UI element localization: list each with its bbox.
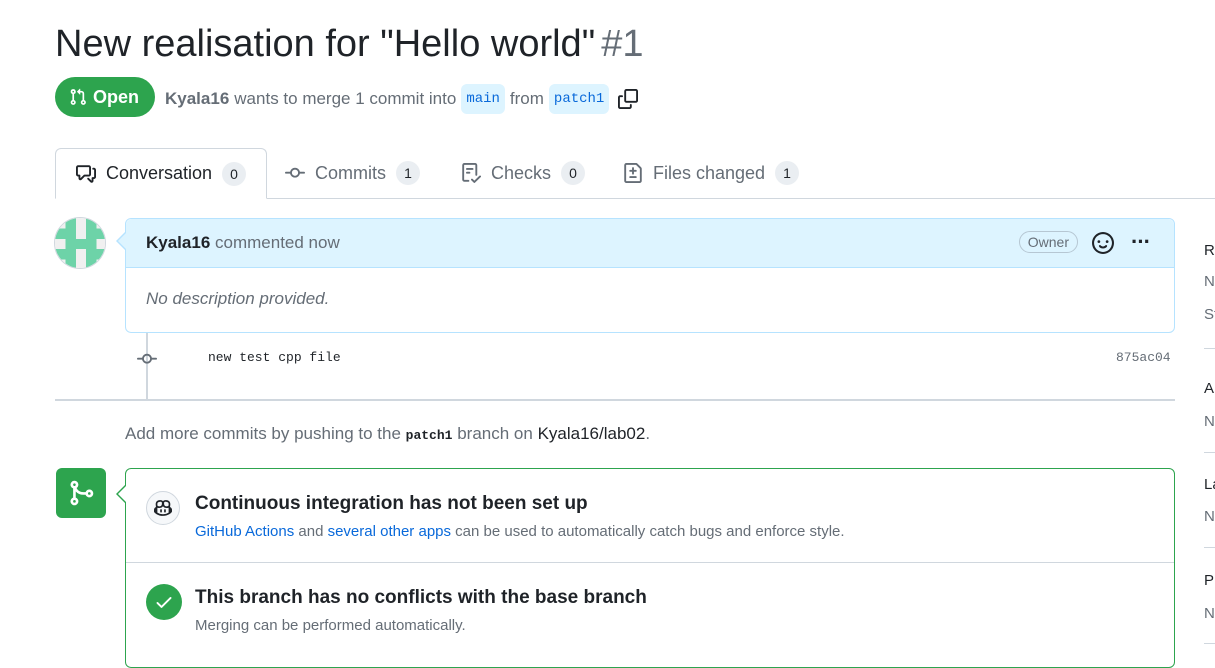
add-reaction-button[interactable] bbox=[1092, 232, 1114, 259]
git-commit-icon bbox=[285, 167, 305, 178]
ci-title: Continuous integration has not been set … bbox=[195, 493, 588, 514]
state-badge: Open bbox=[55, 77, 156, 117]
file-diff-icon bbox=[624, 163, 642, 183]
commit-message-link[interactable]: new test cpp file bbox=[208, 350, 341, 365]
git-pull-request-icon bbox=[70, 88, 86, 105]
from-text: from bbox=[509, 89, 544, 108]
head-branch-ref[interactable]: patch1 bbox=[548, 84, 610, 114]
check-icon bbox=[146, 584, 182, 620]
tab-label: Files changed bbox=[653, 162, 766, 183]
copy-icon bbox=[618, 89, 639, 109]
comment-discussion-icon bbox=[76, 164, 96, 183]
other-apps-link[interactable]: several other apps bbox=[328, 523, 451, 540]
state-label: Open bbox=[93, 86, 140, 107]
comment-action[interactable]: commented now bbox=[215, 233, 340, 252]
push-hint-middle: branch on bbox=[457, 424, 533, 443]
merge-text: wants to merge 1 commit into bbox=[234, 89, 457, 108]
ci-and: and bbox=[298, 523, 324, 540]
ci-section: Continuous integration has not been set … bbox=[126, 469, 1174, 563]
git-commit-icon bbox=[137, 349, 157, 374]
copilot-icon bbox=[146, 491, 180, 525]
merge-box-caret-inner bbox=[118, 486, 126, 502]
comment-author[interactable]: Kyala16 bbox=[146, 233, 210, 252]
tab-checks[interactable]: Checks 0 bbox=[461, 148, 586, 198]
base-branch-ref[interactable]: main bbox=[461, 84, 505, 114]
github-actions-link[interactable]: GitHub Actions bbox=[195, 523, 294, 540]
sidebar-reviewers-extra: St bbox=[1204, 306, 1215, 323]
sidebar-projects-heading[interactable]: Pr bbox=[1204, 572, 1215, 589]
more-actions-button[interactable]: ··· bbox=[1131, 229, 1151, 255]
sidebar-assignees-heading[interactable]: A bbox=[1204, 380, 1214, 397]
pr-number: #1 bbox=[601, 23, 644, 65]
push-hint-branch: patch1 bbox=[405, 428, 453, 443]
sidebar-projects-value: N bbox=[1204, 605, 1215, 622]
merge-status-icon bbox=[56, 468, 106, 518]
repo-link[interactable]: Kyala16/lab02 bbox=[538, 424, 646, 443]
tab-commits[interactable]: Commits 1 bbox=[285, 148, 420, 198]
avatar[interactable] bbox=[54, 217, 106, 269]
smiley-icon bbox=[1092, 232, 1114, 254]
tab-label: Commits bbox=[315, 162, 386, 183]
sidebar-reviewers-heading[interactable]: Re bbox=[1204, 242, 1215, 259]
owner-badge: Owner bbox=[1018, 231, 1078, 253]
tab-counter: 0 bbox=[561, 161, 586, 185]
conflict-subtitle: Merging can be performed automatically. bbox=[195, 617, 466, 634]
git-merge-icon bbox=[70, 480, 94, 506]
sidebar-divider bbox=[1204, 452, 1215, 453]
push-hint-prefix: Add more commits by pushing to the bbox=[125, 424, 401, 443]
merge-box: Continuous integration has not been set … bbox=[125, 468, 1175, 668]
sidebar-divider bbox=[1204, 643, 1215, 644]
page-title: New realisation for "Hello world" #1 bbox=[55, 20, 643, 68]
commit-sha-link[interactable]: 875ac04 bbox=[1116, 350, 1171, 365]
tab-label: Conversation bbox=[106, 163, 213, 183]
sidebar-divider bbox=[1204, 547, 1215, 548]
tab-files-changed[interactable]: Files changed 1 bbox=[623, 148, 800, 198]
copy-branch-button[interactable] bbox=[618, 89, 639, 109]
sidebar-labels-heading[interactable]: La bbox=[1204, 476, 1215, 493]
author-link[interactable]: Kyala16 bbox=[165, 86, 229, 112]
sidebar-assignees-value: N bbox=[1204, 413, 1215, 430]
comment-meta: Kyala16 commented now bbox=[146, 233, 340, 253]
tab-counter: 0 bbox=[222, 161, 247, 186]
push-hint: Add more commits by pushing to the patch… bbox=[125, 424, 650, 444]
pr-tabs: Conversation 0 Commits 1 Checks 0 Files … bbox=[55, 148, 1215, 199]
pr-title: New realisation for "Hello world" bbox=[55, 23, 596, 65]
conflict-title: This branch has no conflicts with the ba… bbox=[195, 587, 647, 608]
sidebar-divider bbox=[1204, 348, 1215, 349]
sidebar-labels-value: N bbox=[1204, 508, 1215, 525]
comment-header: Kyala16 commented now Owner ··· bbox=[126, 219, 1174, 268]
timeline-divider bbox=[55, 399, 1175, 401]
comment-box: Kyala16 commented now Owner ··· No descr… bbox=[125, 218, 1175, 333]
pr-meta: Kyala16 wants to merge 1 commit into mai… bbox=[165, 84, 639, 114]
push-hint-suffix: . bbox=[645, 424, 651, 443]
tab-conversation[interactable]: Conversation 0 bbox=[55, 148, 268, 199]
ci-rest: can be used to automatically catch bugs … bbox=[455, 523, 845, 540]
tab-counter: 1 bbox=[775, 161, 800, 185]
tab-counter: 1 bbox=[396, 161, 420, 185]
checklist-icon bbox=[462, 163, 481, 183]
ci-subtitle: GitHub Actions and several other apps ca… bbox=[195, 523, 845, 540]
comment-body: No description provided. bbox=[146, 289, 330, 308]
comment-caret-inner bbox=[118, 233, 126, 249]
tab-label: Checks bbox=[491, 162, 552, 183]
sidebar-reviewers-value: N bbox=[1204, 273, 1215, 290]
